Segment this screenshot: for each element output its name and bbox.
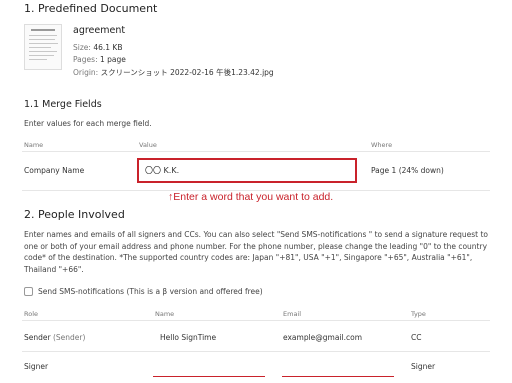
people-row-name-input[interactable]: Hello SignTime — [160, 333, 216, 342]
role-note: (Sender) — [52, 333, 86, 342]
document-size: Size: 46.1 KB — [73, 43, 122, 52]
merge-field-value-input[interactable]: 〇〇 K.K. — [137, 158, 357, 183]
people-row-email-input[interactable]: example@gmail.com — [283, 333, 362, 342]
people-col-name: Name — [155, 310, 175, 318]
people-instructions: Enter names and emails of all signers an… — [24, 230, 489, 274]
signer-email-underline — [282, 376, 394, 377]
signer-name-underline — [153, 376, 265, 377]
document-pages: Pages: 1 page — [73, 55, 126, 64]
document-name: agreement — [73, 25, 126, 36]
origin-label: Origin: — [73, 68, 99, 77]
annotation-enter-word: ↑Enter a word that you want to add. — [168, 191, 334, 203]
merge-field-where: Page 1 (24% down) — [371, 166, 444, 175]
merge-fields-instruction: Enter values for each merge field. — [24, 119, 152, 128]
origin-value: スクリーンショット 2022-02-16 午後1.23.42.jpg — [100, 68, 274, 77]
section-title-people-involved: 2. People Involved — [24, 208, 125, 221]
people-col-role: Role — [24, 310, 39, 318]
section-title-predefined-document: 1. Predefined Document — [24, 2, 158, 15]
people-col-type: Type — [411, 310, 426, 318]
merge-field-name: Company Name — [24, 166, 85, 175]
people-row-role-signer: Signer — [24, 362, 49, 371]
sms-notifications-checkbox[interactable] — [24, 287, 33, 296]
people-row-type[interactable]: CC — [411, 333, 421, 342]
merge-col-name: Name — [24, 141, 44, 149]
document-thumbnail[interactable] — [24, 24, 62, 70]
merge-field-value-text: 〇〇 K.K. — [145, 166, 180, 175]
signer-name-input[interactable] — [160, 362, 260, 374]
people-col-email: Email — [283, 310, 302, 318]
size-label: Size: — [73, 43, 91, 52]
people-row-type-signer[interactable]: Signer — [411, 362, 435, 371]
merge-fields-title: 1.1 Merge Fields — [24, 99, 102, 110]
role-value: Sender — [24, 333, 51, 342]
document-origin: Origin: スクリーンショット 2022-02-16 午後1.23.42.j… — [73, 67, 274, 78]
signer-email-input[interactable] — [283, 362, 383, 374]
merge-col-value: Value — [139, 141, 157, 149]
size-value: 46.1 KB — [93, 43, 123, 52]
pages-label: Pages: — [73, 55, 98, 64]
sms-notifications-label: Send SMS-notifications (This is a β vers… — [38, 287, 263, 296]
people-row-role: Sender (Sender) — [24, 333, 85, 342]
merge-col-where: Where — [371, 141, 393, 149]
pages-value: 1 page — [99, 55, 126, 64]
